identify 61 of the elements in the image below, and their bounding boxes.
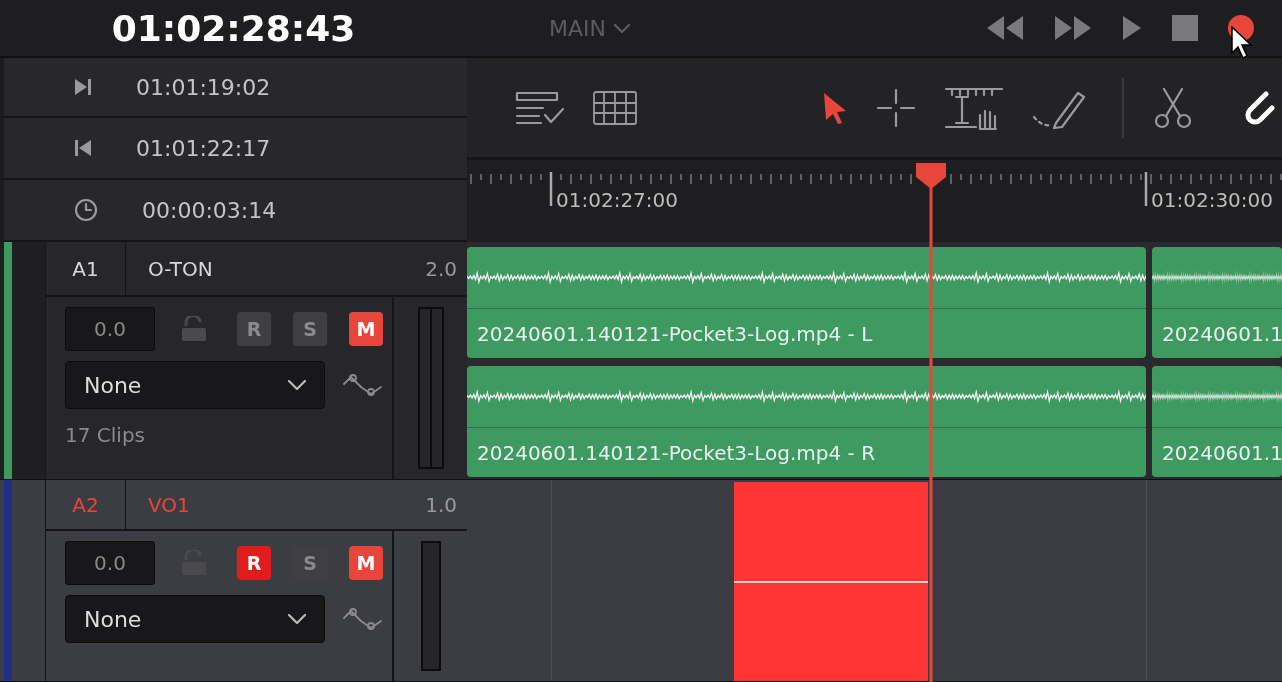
timecode-value: 01:01:22:17 [136,135,271,161]
timecode-display: 01:02:28:43 [111,7,356,49]
audio-clip[interactable]: 20240601.1 [1152,366,1282,477]
grid-button[interactable] [593,90,637,125]
ruler-timecode: 01:02:30:00 [1151,188,1273,212]
crosshair-icon [876,87,916,128]
crosshair-tool-button[interactable] [876,87,916,128]
clock-icon [74,198,98,222]
mute-button[interactable]: M [349,312,383,346]
timeline-dropdown[interactable]: MAIN [549,15,630,41]
track-name: O-TON [148,256,213,281]
lock-icon [181,316,207,342]
grid-icon [593,90,637,125]
effect-dropdown[interactable]: None [65,595,325,643]
chevron-down-icon [288,614,306,624]
scissors-icon [1154,86,1192,129]
clip-name: 20240601.140121-Pocket3-Log.mp4 - R [476,439,877,467]
effect-dropdown[interactable]: None [65,361,325,409]
select-tool-button[interactable] [822,90,848,125]
chevron-down-icon [614,23,630,33]
record-button[interactable]: R [237,312,271,346]
automation-icon [343,606,383,632]
mute-button[interactable]: M [349,546,383,580]
stop-icon [1172,15,1198,41]
play-button[interactable] [1122,15,1142,41]
automation-icon [343,372,383,398]
track-number: A1 [46,242,126,295]
audio-clip[interactable]: 20240601.140121-Pocket3-Log.mp4 - L [467,247,1146,358]
audio-clip[interactable]: 20240601.1 [1152,247,1282,358]
volume-field[interactable]: 0.0 [65,541,155,585]
rewind-icon [986,15,1024,41]
timecode-value: 01:01:19:02 [136,74,271,100]
fast-forward-icon [1054,15,1092,41]
edit-index-button[interactable] [515,90,567,125]
solo-button[interactable]: S [293,312,327,346]
rewind-button[interactable] [986,15,1024,41]
fast-forward-button[interactable] [1054,15,1092,41]
track-number: A2 [46,480,126,529]
play-icon [1122,15,1142,41]
timecode-value: 00:00:03:14 [142,197,277,223]
ruler-timecode: 01:02:27:00 [556,188,678,212]
chevron-down-icon [288,380,306,390]
volume-field[interactable]: 0.0 [65,307,155,351]
mark-in-icon [74,78,92,96]
playhead[interactable] [915,163,947,682]
clip-name: 20240601.140121-Pocket3-Log.mp4 - L [476,320,874,348]
track-header[interactable]: A2 VO1 1.0 0.0 R S M None [45,480,467,681]
razor-button[interactable] [1154,86,1192,129]
track-header[interactable]: A1 O-TON 2.0 0.0 R S M None 17 Clips [45,242,467,479]
channel-format: 2.0 [425,256,457,281]
channel-format: 1.0 [425,492,457,517]
pointer-icon [822,90,848,125]
clip-count: 17 Clips [65,423,146,447]
clip-name: 20240601.1 [1161,320,1282,348]
mouse-cursor-icon [1231,26,1253,60]
track-name: VO1 [148,492,190,517]
list-check-icon [515,90,567,125]
clip-name: 20240601.1 [1161,439,1282,467]
record-button[interactable]: R [237,546,271,580]
mark-out-icon [74,139,92,157]
audio-clip[interactable]: 20240601.140121-Pocket3-Log.mp4 - R [467,366,1146,477]
